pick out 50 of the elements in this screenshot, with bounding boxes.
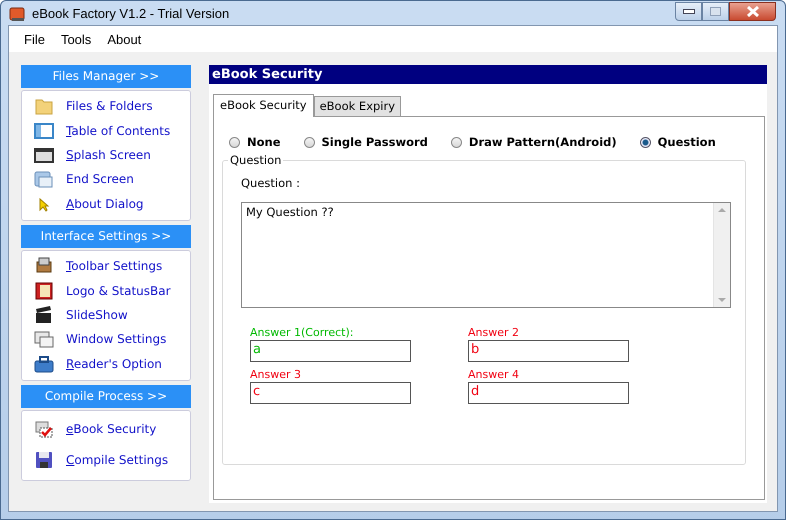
item-icon	[34, 280, 54, 301]
question-field[interactable]: My Question ??	[241, 202, 731, 308]
radio-label: Draw Pattern(Android)	[468, 135, 617, 149]
sidebar-link[interactable]: Compile Settings	[66, 453, 168, 468]
radio-label: Single Password	[322, 135, 428, 149]
answer-label: Answer 2	[468, 326, 520, 339]
sidebar-link[interactable]: SlideShow	[66, 308, 128, 322]
answer-label: Answer 4	[468, 368, 520, 381]
panel-title: eBook Security	[209, 65, 767, 84]
radio-button[interactable]	[450, 136, 462, 148]
window-title: eBook Factory V1.2 - Trial Version	[32, 6, 230, 21]
menu-item[interactable]: File	[17, 32, 54, 46]
answer-label: Answer 3	[250, 368, 302, 381]
group-title: Question	[228, 153, 284, 167]
item-icon	[34, 329, 54, 350]
radio-button[interactable]	[304, 136, 315, 148]
sidebar-link[interactable]: Toolbar Settings	[66, 259, 162, 274]
item-icon	[34, 450, 54, 470]
app-icon	[8, 4, 26, 22]
close-icon	[746, 6, 760, 17]
menu-item[interactable]: Tools	[54, 32, 100, 46]
tab[interactable]: eBook Expiry	[314, 96, 402, 116]
sidebar-link[interactable]: End Screen	[66, 172, 134, 186]
radio-label: None	[247, 135, 281, 149]
item-icon	[34, 419, 54, 440]
item-icon	[34, 169, 54, 190]
answer-field[interactable]: b	[468, 340, 629, 362]
scrollbar[interactable]	[713, 203, 730, 307]
item-icon	[34, 354, 54, 374]
minimize-button[interactable]	[675, 2, 702, 21]
radio-label: Question	[658, 135, 716, 149]
sidebar-link[interactable]: Table of Contents	[66, 124, 170, 138]
tab[interactable]: eBook Security	[213, 94, 314, 117]
sidebar-link[interactable]: Logo & StatusBar	[66, 284, 171, 298]
close-button[interactable]	[729, 2, 776, 21]
sidebar-link[interactable]: Window Settings	[66, 332, 166, 346]
item-icon	[34, 304, 54, 325]
sidebar-link[interactable]: Files & Folders	[66, 99, 153, 114]
item-icon	[34, 120, 54, 141]
answer-field[interactable]: d	[468, 382, 629, 404]
sidebar-link[interactable]: About Dialog	[66, 196, 144, 211]
menu-item[interactable]: About	[100, 32, 150, 46]
sidebar-link[interactable]: Splash Screen	[66, 148, 151, 162]
answer-field[interactable]: c	[250, 382, 411, 404]
sidebar-link[interactable]: Reader's Option	[66, 356, 162, 371]
sidebar-link[interactable]: eBook Security	[66, 422, 156, 436]
radio-button[interactable]	[229, 136, 240, 148]
answer-label: Answer 1(Correct):	[250, 326, 354, 339]
field-label: Question :	[241, 176, 301, 190]
radio-button[interactable]	[640, 136, 651, 148]
